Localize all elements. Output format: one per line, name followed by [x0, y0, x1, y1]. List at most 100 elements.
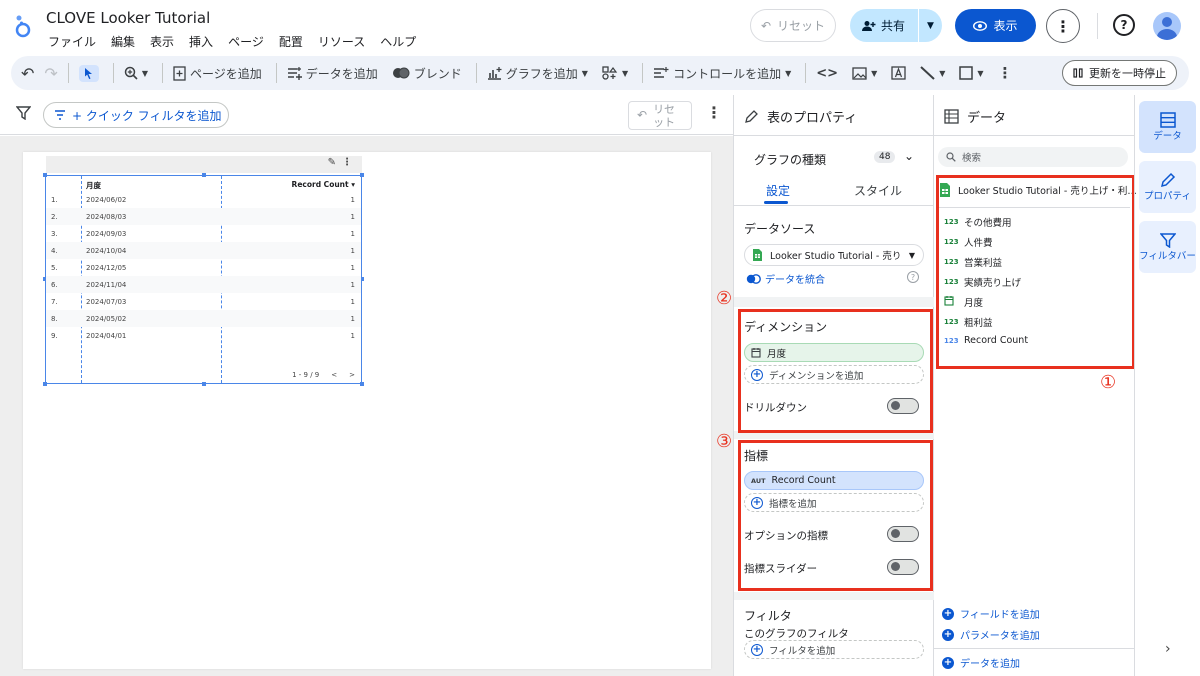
edit-pencil-icon[interactable]: ✎: [328, 157, 336, 168]
datasource-select[interactable]: Looker Studio Tutorial - 売り… ▼: [744, 244, 924, 266]
report-title[interactable]: CLOVE Looker Tutorial: [46, 9, 210, 27]
community-viz-icon[interactable]: ▼: [602, 66, 628, 80]
menu-page[interactable]: ページ: [228, 33, 264, 50]
row-value: 1: [350, 298, 355, 306]
rail-data-button[interactable]: データ: [1139, 101, 1196, 153]
annotation-number-3: ③: [716, 431, 733, 452]
filter-bar: + クイック フィルタを追加 ↶ リセ ット ⋮: [0, 95, 733, 135]
add-quick-filter-button[interactable]: + クイック フィルタを追加: [43, 102, 229, 128]
help-icon[interactable]: ?: [907, 271, 919, 283]
menu-help[interactable]: ヘルプ: [380, 33, 416, 50]
filter-bar-more-icon[interactable]: ⋮: [706, 103, 722, 122]
help-icon[interactable]: ?: [1113, 14, 1135, 36]
add-control-button[interactable]: コントロールを追加 ▼: [653, 65, 791, 82]
shape-icon[interactable]: ▼: [959, 66, 984, 80]
prev-page-icon[interactable]: <: [331, 371, 337, 379]
toolbar-more-icon[interactable]: ⋮: [998, 64, 1013, 82]
redo-icon[interactable]: ↷: [44, 64, 57, 83]
chevron-right-icon[interactable]: ›: [1165, 641, 1171, 657]
row-value: 1: [350, 247, 355, 255]
row-date: 2024/06/02: [86, 196, 127, 204]
table-row[interactable]: 4. 2024/10/04 1: [46, 242, 361, 259]
data-search-input[interactable]: 検索: [938, 147, 1128, 167]
row-date: 2024/10/04: [86, 247, 127, 255]
add-page-icon: [173, 65, 186, 81]
add-page-button[interactable]: ページを追加: [173, 65, 262, 82]
embed-code-icon[interactable]: <>: [816, 66, 838, 81]
blend-button[interactable]: ブレンド: [392, 65, 462, 82]
data-panel: データ 検索 Looker Studio Tutorial - 売り上げ・利… …: [934, 95, 1137, 676]
column-header-metric[interactable]: Record Count ▾: [292, 180, 355, 189]
row-number: 7.: [51, 298, 58, 306]
undo-icon[interactable]: ↶: [21, 64, 34, 83]
add-person-icon: [862, 20, 876, 31]
pause-updates-button[interactable]: 更新を一時停止: [1062, 60, 1177, 86]
annotation-number-2: ②: [716, 288, 733, 309]
filter-reset-button[interactable]: ↶ リセ ット: [628, 101, 692, 130]
search-icon: [946, 152, 956, 162]
table-row[interactable]: 6. 2024/11/04 1: [46, 276, 361, 293]
line-icon[interactable]: ▼: [920, 66, 945, 80]
reset-button[interactable]: ↶ リセット: [750, 9, 836, 42]
data-table-icon: [1159, 112, 1176, 128]
add-data-button[interactable]: データを追加: [287, 65, 378, 82]
column-header-dimension[interactable]: 月度: [86, 180, 101, 191]
select-cursor-icon[interactable]: [78, 64, 99, 82]
chart-filter-label: このグラフのフィルタ: [744, 628, 849, 640]
menu-edit[interactable]: 編集: [111, 33, 135, 50]
filter-list-icon: [55, 110, 65, 120]
table-row[interactable]: 2. 2024/08/03 1: [46, 208, 361, 225]
add-data-link[interactable]: + データを追加: [942, 655, 1020, 670]
rail-filter-bar-button[interactable]: フィルタバー: [1139, 221, 1196, 273]
menu-resource[interactable]: リソース: [318, 33, 365, 50]
view-button[interactable]: 表示: [955, 9, 1036, 42]
share-main[interactable]: 共有: [850, 9, 918, 42]
share-dropdown-icon[interactable]: ▼: [919, 21, 942, 31]
rail-properties-button[interactable]: プロパティ: [1139, 161, 1196, 213]
zoom-icon[interactable]: ▼: [124, 66, 148, 80]
row-date: 2024/09/03: [86, 230, 127, 238]
row-number: 4.: [51, 247, 58, 255]
table-row[interactable]: 8. 2024/05/02 1: [46, 310, 361, 327]
row-number: 9.: [51, 332, 58, 340]
sheets-icon: [753, 249, 762, 261]
share-button[interactable]: 共有 ▼: [850, 9, 942, 42]
add-circle-icon: +: [942, 656, 954, 669]
table-row[interactable]: 3. 2024/09/03 1: [46, 225, 361, 242]
filter-icon[interactable]: [16, 106, 31, 120]
tab-setup[interactable]: 設定: [766, 182, 790, 199]
annotation-box-2: [738, 309, 933, 433]
undo-arrow-icon: ↶: [637, 108, 648, 122]
next-page-icon[interactable]: >: [349, 371, 355, 379]
row-value: 1: [350, 230, 355, 238]
text-box-icon[interactable]: [891, 66, 906, 80]
blend-icon: [746, 273, 761, 284]
chevron-down-icon[interactable]: ⌄: [904, 149, 914, 163]
table-row[interactable]: 5. 2024/12/05 1: [46, 259, 361, 276]
table-row[interactable]: 9. 2024/04/01 1: [46, 327, 361, 344]
avatar[interactable]: [1153, 12, 1181, 40]
table-row[interactable]: 7. 2024/07/03 1: [46, 293, 361, 310]
table-row[interactable]: 1. 2024/06/02 1: [46, 191, 361, 208]
table-chart[interactable]: 月度 Record Count ▾ 1. 2024/06/02 1 2. 2024/08…: [43, 173, 364, 386]
add-chart-button[interactable]: グラフを追加 ▼: [487, 65, 588, 82]
menu-arrange[interactable]: 配置: [279, 33, 303, 50]
menu-file[interactable]: ファイル: [48, 33, 96, 50]
more-options-icon[interactable]: ⋮: [1046, 9, 1080, 43]
chart-more-icon[interactable]: ⋮: [342, 157, 352, 168]
row-number: 5.: [51, 264, 58, 272]
blend-data-link[interactable]: データを統合: [746, 271, 825, 286]
row-value: 1: [350, 332, 355, 340]
add-parameter-link[interactable]: + パラメータを追加: [942, 627, 1040, 642]
add-filter-button[interactable]: + フィルタを追加: [744, 640, 924, 659]
menu-view[interactable]: 表示: [150, 33, 174, 50]
properties-title: 表のプロパティ: [744, 107, 857, 126]
add-field-link[interactable]: + フィールドを追加: [942, 606, 1040, 621]
report-page[interactable]: ✎ ⋮ 月度 Record Count ▾ 1. 2024/06/02 1 2. 202…: [23, 152, 711, 669]
menu-insert[interactable]: 挿入: [189, 33, 213, 50]
tab-style[interactable]: スタイル: [854, 182, 902, 199]
image-icon[interactable]: ▼: [852, 66, 877, 80]
chart-type-label[interactable]: グラフの種類: [754, 151, 826, 168]
add-circle-icon: +: [942, 628, 954, 641]
eye-icon: [973, 20, 988, 31]
